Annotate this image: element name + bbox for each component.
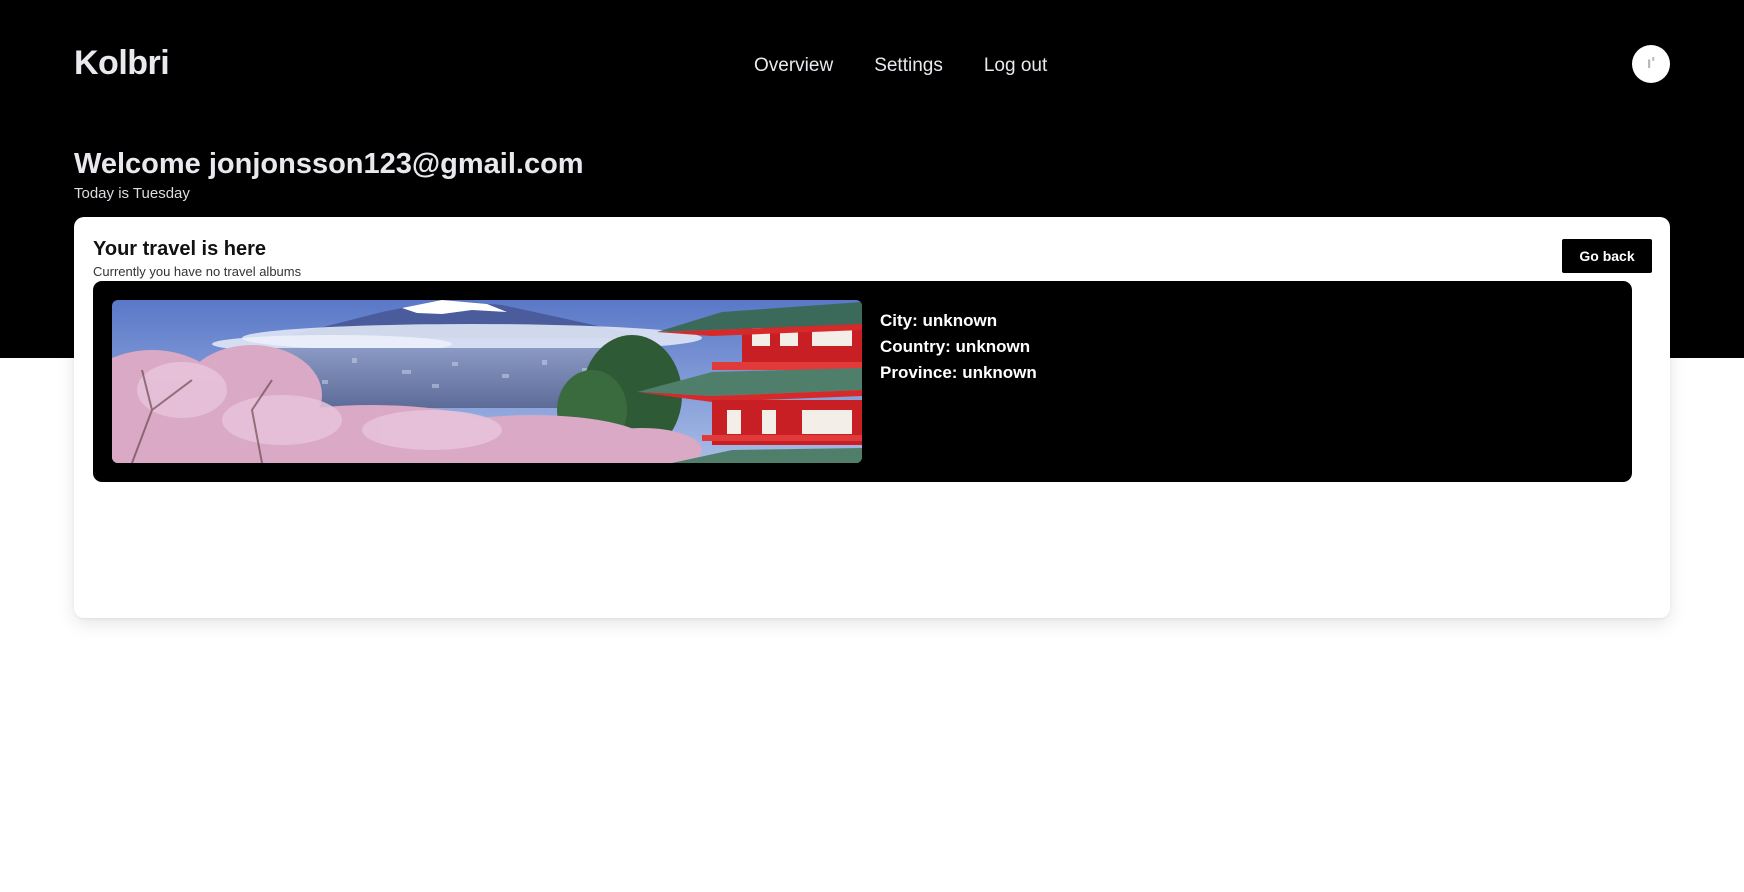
album-info: City: unknown Country: unknown Province:… [880, 308, 1037, 386]
travel-title: Your travel is here [93, 238, 267, 260]
today-label: Today is Tuesday [74, 185, 190, 202]
go-back-button[interactable]: Go back [1562, 239, 1652, 273]
album-item[interactable]: City: unknown Country: unknown Province:… [93, 281, 1632, 482]
album-province: Province: unknown [880, 363, 1037, 382]
user-avatar[interactable]: ı' [1632, 45, 1670, 83]
album-country: Country: unknown [880, 337, 1031, 356]
welcome-heading: Welcome jonjonsson123@gmail.com [74, 148, 584, 180]
album-photo [112, 300, 862, 463]
nav-log-out[interactable]: Log out [984, 55, 1047, 77]
travel-subtitle: Currently you have no travel albums [93, 264, 302, 279]
user-icon: ı' [1646, 55, 1656, 72]
mountain-pagoda-photo-icon [112, 300, 862, 463]
album-city: City: unknown [880, 311, 998, 330]
nav-settings[interactable]: Settings [874, 55, 943, 77]
top-nav: Overview Settings Log out [754, 55, 1047, 77]
app-logo[interactable]: Kolbri [74, 44, 170, 83]
travel-card: Your travel is here Currently you have n… [74, 217, 1670, 618]
nav-overview[interactable]: Overview [754, 55, 833, 77]
